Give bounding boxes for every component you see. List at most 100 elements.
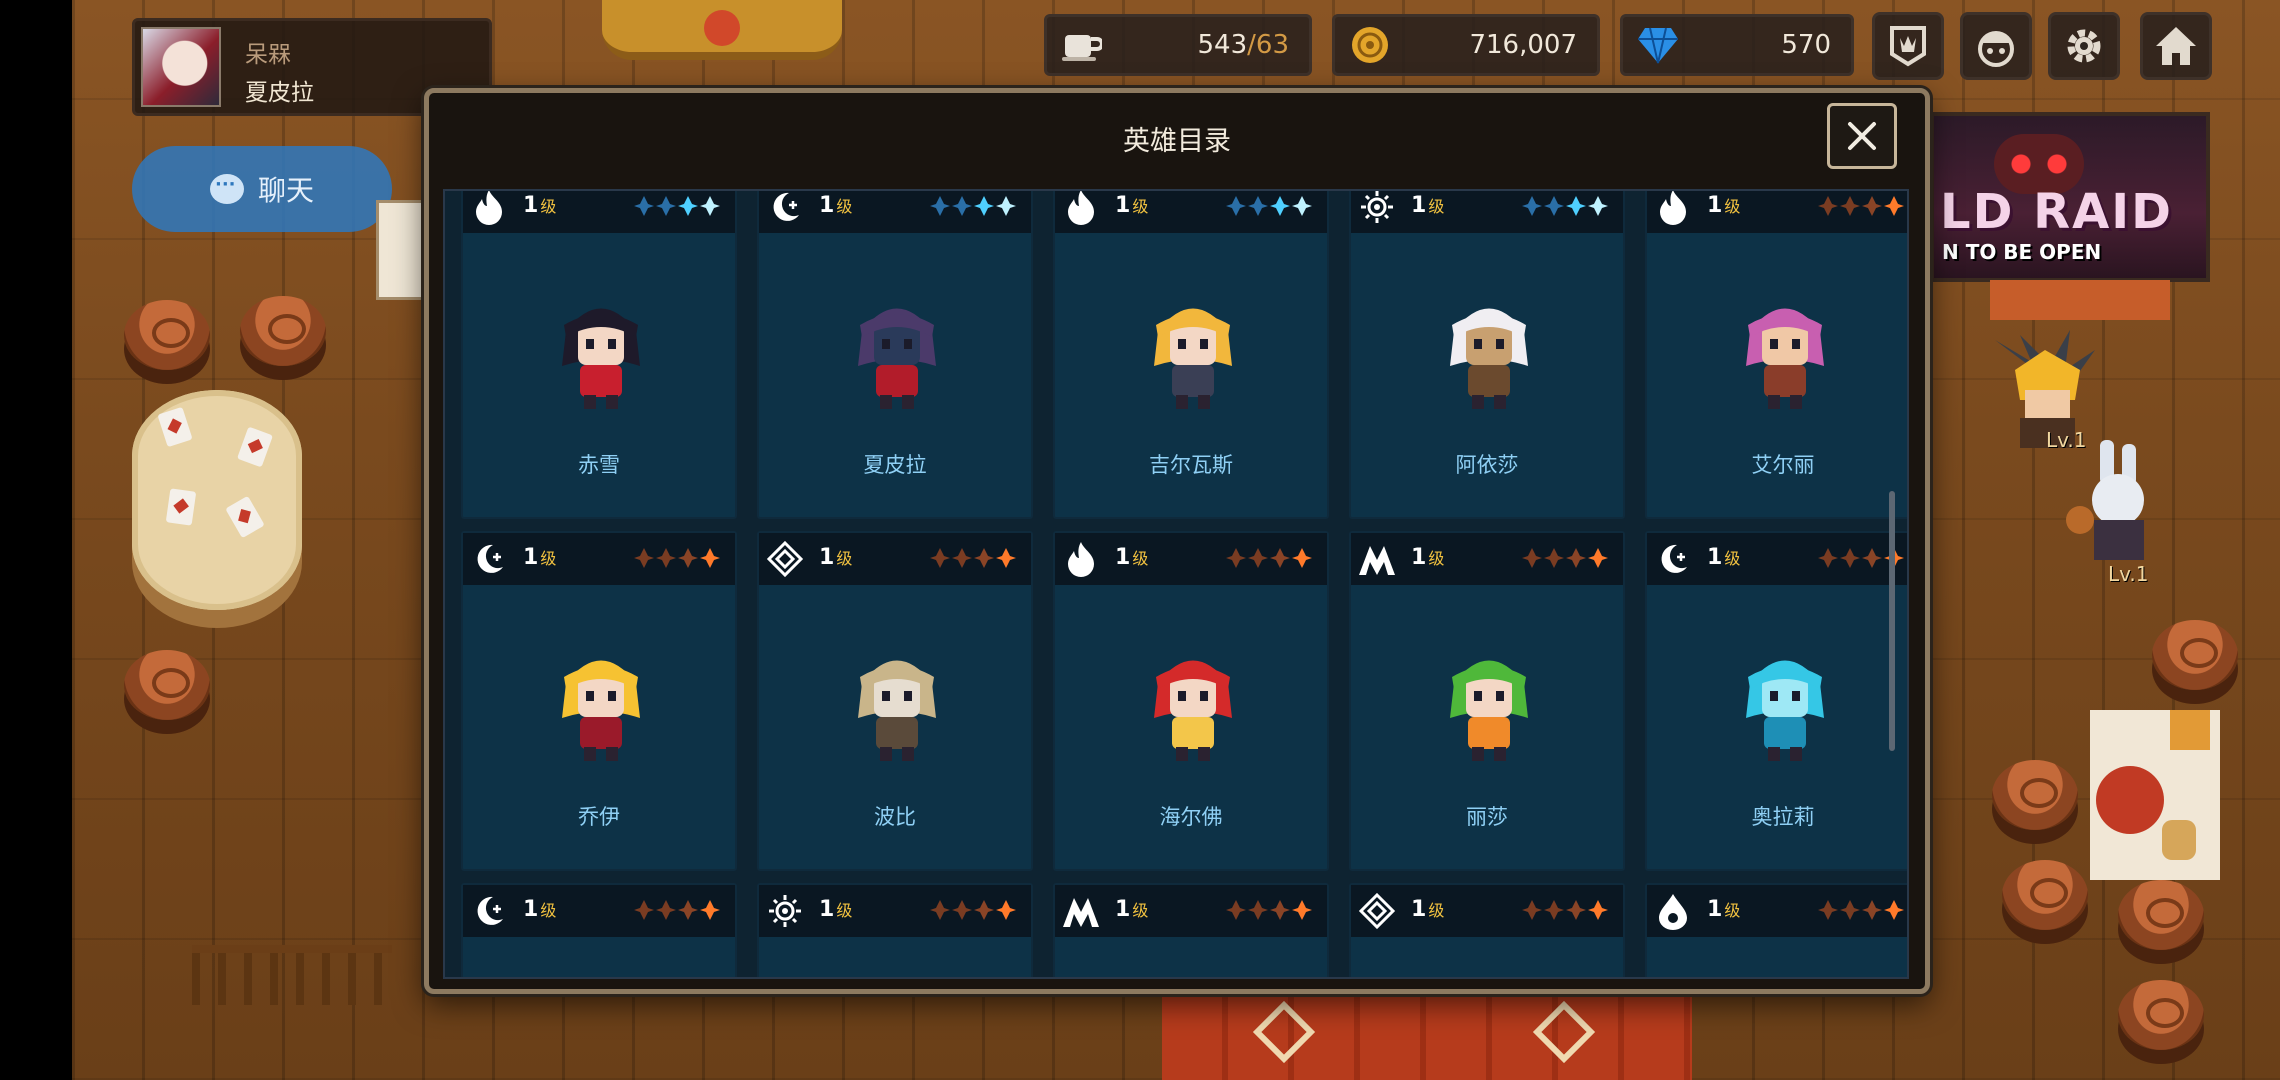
hero-card-header: 1级: [463, 191, 735, 233]
stamina-bar[interactable]: 543/63: [1044, 14, 1312, 76]
hero-level: 1级: [1411, 545, 1445, 570]
star-rating-icon: [1225, 195, 1317, 217]
wooden-fence: [192, 945, 392, 1005]
hero-level: 1级: [523, 193, 557, 218]
hero-level: 1级: [1411, 193, 1445, 218]
gold-bar[interactable]: 716,007: [1332, 14, 1600, 76]
star-rating-icon: [633, 547, 725, 569]
star-rating-icon: [633, 899, 725, 921]
star-rating-icon: [1521, 899, 1613, 921]
close-button[interactable]: [1827, 103, 1897, 169]
hero-name: 吉尔瓦斯: [1149, 453, 1233, 477]
hero-level: 1级: [1707, 897, 1741, 922]
hero-card[interactable]: 1级 吉尔瓦斯: [1053, 191, 1329, 519]
hero-sprite: [832, 633, 962, 763]
stool: [2002, 860, 2088, 930]
gem-value: 570: [1781, 30, 1831, 60]
hero-card-header: 1级: [1351, 533, 1623, 585]
hero-name: 乔伊: [578, 805, 620, 829]
hero-card-header: 1级: [1055, 885, 1327, 937]
star-rating-icon: [929, 547, 1021, 569]
hero-card[interactable]: 1级 海尔佛: [1053, 531, 1329, 871]
fire-element-icon: [1059, 191, 1103, 229]
close-icon: [1848, 122, 1876, 150]
chat-bubble-icon: [209, 174, 244, 204]
hero-name: 夏皮拉: [863, 453, 927, 477]
star-rating-icon: [1521, 547, 1613, 569]
stool: [124, 650, 210, 720]
moon-element-icon: [467, 889, 511, 933]
gold-coin-icon: [1345, 20, 1395, 70]
chat-label: 聊天: [257, 174, 314, 207]
hero-card-header: 1级: [463, 533, 735, 585]
gem-bar[interactable]: 570: [1620, 14, 1854, 76]
scrollbar[interactable]: [1889, 491, 1895, 751]
home-icon: [2156, 27, 2196, 65]
hero-card-header: 1级: [1055, 191, 1327, 233]
gold-value: 716,007: [1469, 30, 1577, 60]
raid-subtitle: N TO BE OPEN: [1942, 240, 2102, 264]
hero-sprite: [1128, 281, 1258, 411]
hero-card[interactable]: 1级 丽莎: [1349, 531, 1625, 871]
raid-title: LD RAID: [1940, 184, 2173, 240]
stool: [124, 300, 210, 370]
star-rating-icon: [929, 899, 1021, 921]
hero-card-header: 1级: [1647, 191, 1907, 233]
player-avatar[interactable]: [141, 27, 221, 107]
hero-card[interactable]: 1级 赤雪: [461, 191, 737, 519]
hero-card[interactable]: 1级: [461, 883, 737, 977]
hero-card[interactable]: 1级 乔伊: [461, 531, 737, 871]
hero-card-header: 1级: [759, 533, 1031, 585]
hero-card[interactable]: 1级: [1053, 883, 1329, 977]
heroes-button[interactable]: [1960, 12, 2032, 80]
hero-level: 1级: [819, 193, 853, 218]
sun-element-icon: [1355, 191, 1399, 229]
npc-spiky-hair[interactable]: Lv.1: [1990, 330, 2100, 454]
hero-card-header: 1级: [1351, 191, 1623, 233]
guild-button[interactable]: [1872, 12, 1944, 80]
hero-card[interactable]: 1级 夏皮拉: [757, 191, 1033, 519]
hero-card[interactable]: 1级 奥拉莉: [1645, 531, 1907, 871]
hero-level: 1级: [1707, 545, 1741, 570]
hero-level: 1级: [1115, 545, 1149, 570]
star-rating-icon: [1817, 195, 1907, 217]
blue-gem-icon: [1633, 20, 1683, 70]
fire-element-icon: [1651, 191, 1695, 229]
card-table: [132, 390, 302, 610]
hero-card[interactable]: 1级 艾尔丽: [1645, 191, 1907, 519]
raid-poster-base: [1990, 280, 2170, 320]
hero-card-header: 1级: [759, 885, 1031, 937]
hero-sprite: [1720, 633, 1850, 763]
player-title: 呆槑: [245, 42, 291, 68]
hero-sprite: [1424, 633, 1554, 763]
chat-button[interactable]: 聊天: [132, 146, 392, 232]
npc-level: Lv.1: [2108, 562, 2149, 586]
raid-poster[interactable]: LD RAID N TO BE OPEN: [1930, 112, 2210, 282]
hero-sprite: [1424, 281, 1554, 411]
hero-card[interactable]: 1级: [1645, 883, 1907, 977]
settings-button[interactable]: [2048, 12, 2120, 80]
hero-card[interactable]: 1级: [1349, 883, 1625, 977]
coffee-cup-icon: [1057, 20, 1107, 70]
hero-level: 1级: [523, 897, 557, 922]
hero-card-header: 1级: [1351, 885, 1623, 937]
npc-bunny[interactable]: Lv.1: [2060, 440, 2170, 586]
stool: [240, 296, 326, 366]
hero-name: 波比: [874, 805, 916, 829]
star-rating-icon: [929, 195, 1021, 217]
fire-element-icon: [1059, 537, 1103, 581]
guild-banner-icon: [1890, 26, 1926, 67]
hero-card[interactable]: 1级 波比: [757, 531, 1033, 871]
water-element-icon: [1651, 889, 1695, 933]
hero-card[interactable]: 1级 阿依莎: [1349, 191, 1625, 519]
gear-icon: [2067, 29, 2101, 63]
stamina-value: 543/63: [1197, 30, 1289, 60]
stool: [2118, 880, 2204, 950]
home-button[interactable]: [2140, 12, 2212, 80]
hero-card-header: 1级: [1647, 533, 1907, 585]
hero-card[interactable]: 1级: [757, 883, 1033, 977]
hero-grid[interactable]: 1级 赤雪 1级 夏皮拉 1级 吉尔瓦斯 1 级 阿依莎 1 级 艾尔丽 1 级…: [443, 189, 1909, 979]
notice-sign[interactable]: [376, 200, 424, 300]
stool: [1992, 760, 2078, 830]
moon-element-icon: [1651, 537, 1695, 581]
